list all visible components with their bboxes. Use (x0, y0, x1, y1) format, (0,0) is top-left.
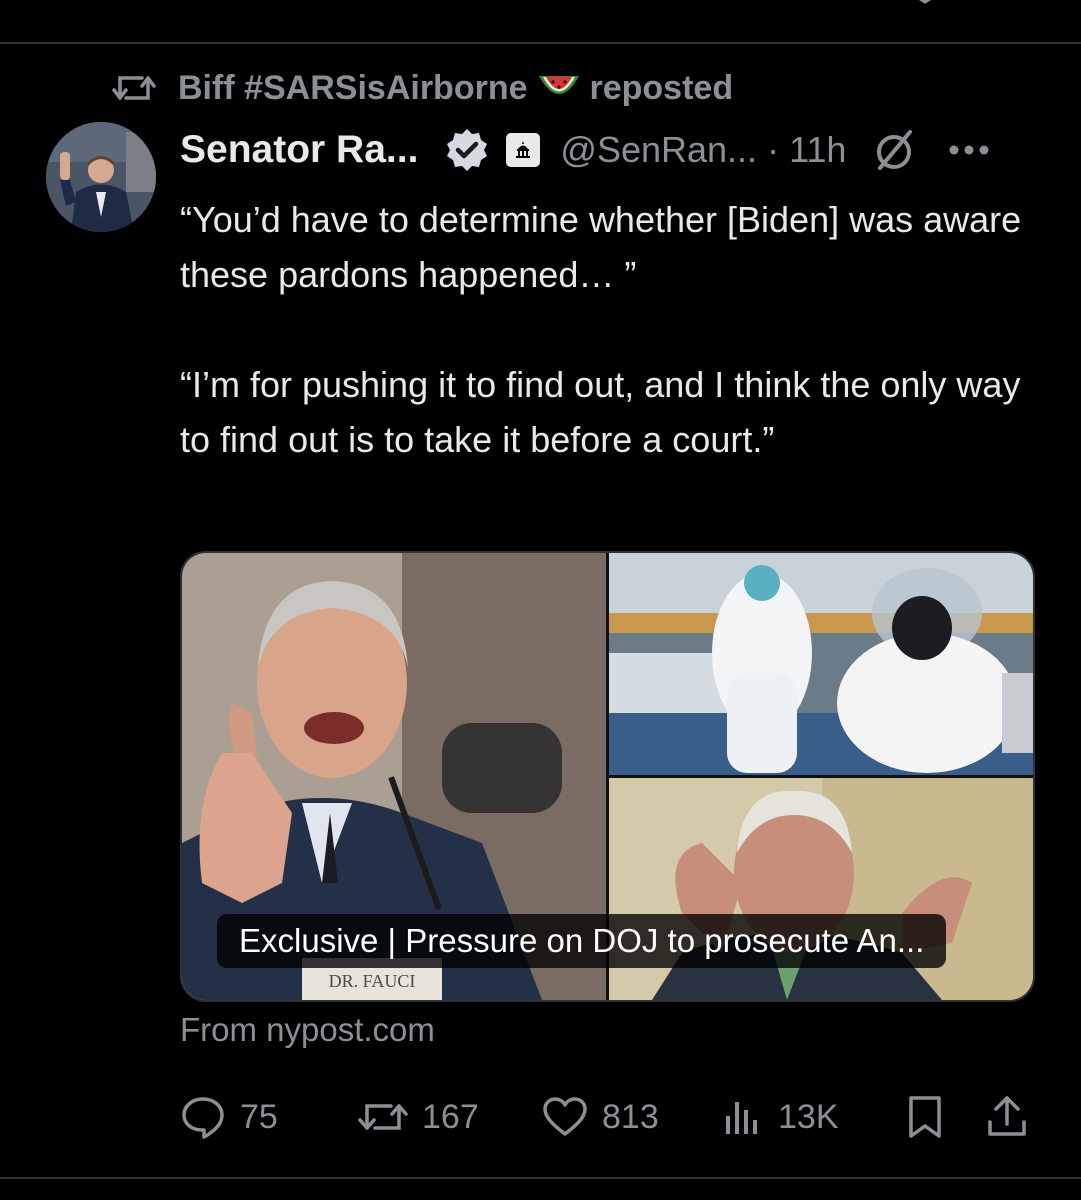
like-count: 813 (602, 1097, 659, 1136)
reply-icon (182, 1097, 224, 1139)
tweet-header: Senator Ra... @SenRan... · 11h (180, 122, 1040, 178)
action-bar: 75 167 813 13K (180, 1092, 1040, 1142)
repost-icon (112, 76, 156, 100)
retweet-icon (358, 1104, 408, 1130)
like-icon (543, 1097, 587, 1136)
views-count: 13K (778, 1097, 839, 1136)
views-icon (726, 1102, 757, 1134)
bottom-divider (0, 1177, 1081, 1179)
avatar[interactable] (46, 122, 156, 232)
separator-dot: · (767, 129, 780, 170)
views-button[interactable]: 13K (722, 1092, 839, 1142)
reply-button[interactable]: 75 (180, 1092, 278, 1142)
reply-count: 75 (240, 1097, 278, 1136)
watermelon-icon (538, 76, 579, 94)
like-button[interactable]: 813 (542, 1092, 659, 1142)
top-partial-icon (918, 0, 932, 4)
retweet-button[interactable]: 167 (358, 1092, 479, 1142)
tweet-view: Biff #SARSisAirborne reposted Senator Ra… (0, 0, 1081, 1200)
bookmark-button[interactable] (906, 1092, 958, 1142)
verified-icon[interactable] (444, 127, 490, 173)
avatar-image (46, 122, 156, 232)
grok-icon[interactable] (870, 126, 918, 174)
repost-label: reposted (589, 68, 734, 107)
nameplate-text: DR. FAUCI (329, 971, 416, 991)
link-card[interactable]: DR. FAUCI Exclusive | Pressure on DOJ to… (180, 551, 1035, 1002)
share-icon (988, 1096, 1026, 1136)
tweet-paragraph-1: “You’d have to determine whether [Biden]… (180, 199, 1022, 295)
link-card-title: Exclusive | Pressure on DOJ to prosecute… (217, 914, 947, 968)
bookmark-icon (909, 1096, 941, 1138)
display-name[interactable]: Senator Ra... (180, 128, 418, 172)
government-badge-icon[interactable] (506, 133, 541, 167)
retweet-count: 167 (422, 1097, 479, 1136)
handle[interactable]: @SenRan... (560, 129, 757, 171)
link-source[interactable]: From nypost.com (180, 1011, 435, 1049)
top-divider (0, 42, 1081, 44)
tweet-paragraph-2: “I’m for pushing it to find out, and I t… (180, 364, 1021, 460)
repost-user[interactable]: Biff #SARSisAirborne (178, 69, 528, 108)
share-button[interactable] (986, 1092, 1042, 1142)
tweet-text: “You’d have to determine whether [Biden]… (180, 192, 1040, 467)
repost-context[interactable]: Biff #SARSisAirborne reposted (112, 68, 733, 108)
more-icon[interactable] (948, 143, 990, 157)
timestamp[interactable]: 11h (789, 129, 846, 171)
